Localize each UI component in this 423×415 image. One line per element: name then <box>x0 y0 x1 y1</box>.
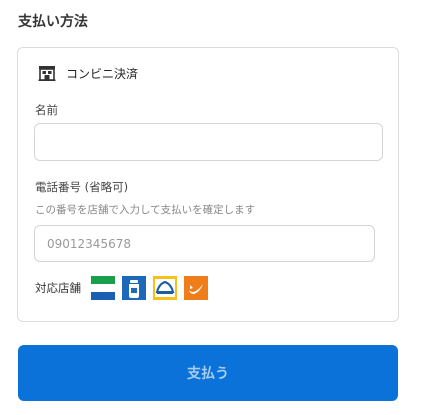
lawson-logo <box>122 276 146 300</box>
convenience-store-icon <box>38 66 56 81</box>
phone-input[interactable] <box>34 225 375 262</box>
section-title: 支払い方法 <box>18 14 88 30</box>
payment-method-label: コンビニ決済 <box>66 66 139 81</box>
supported-stores-label: 対応店舗 <box>35 281 81 295</box>
ministop-logo <box>153 276 177 300</box>
name-input[interactable] <box>34 123 383 161</box>
payment-method-header: コンビニ決済 <box>38 64 138 82</box>
familymart-logo <box>91 276 115 300</box>
seicomart-logo <box>184 276 208 300</box>
phone-hint: この番号を店舗で入力して支払いを確定します <box>35 204 256 216</box>
pay-button[interactable]: 支払う <box>18 345 398 401</box>
phone-label: 電話番号 (省略可) <box>35 180 129 194</box>
payment-method-card: コンビニ決済 名前 電話番号 (省略可) この番号を店舗で入力して支払いを確定し… <box>17 47 399 322</box>
name-label: 名前 <box>35 103 58 117</box>
supported-stores: 対応店舗 <box>35 276 215 300</box>
